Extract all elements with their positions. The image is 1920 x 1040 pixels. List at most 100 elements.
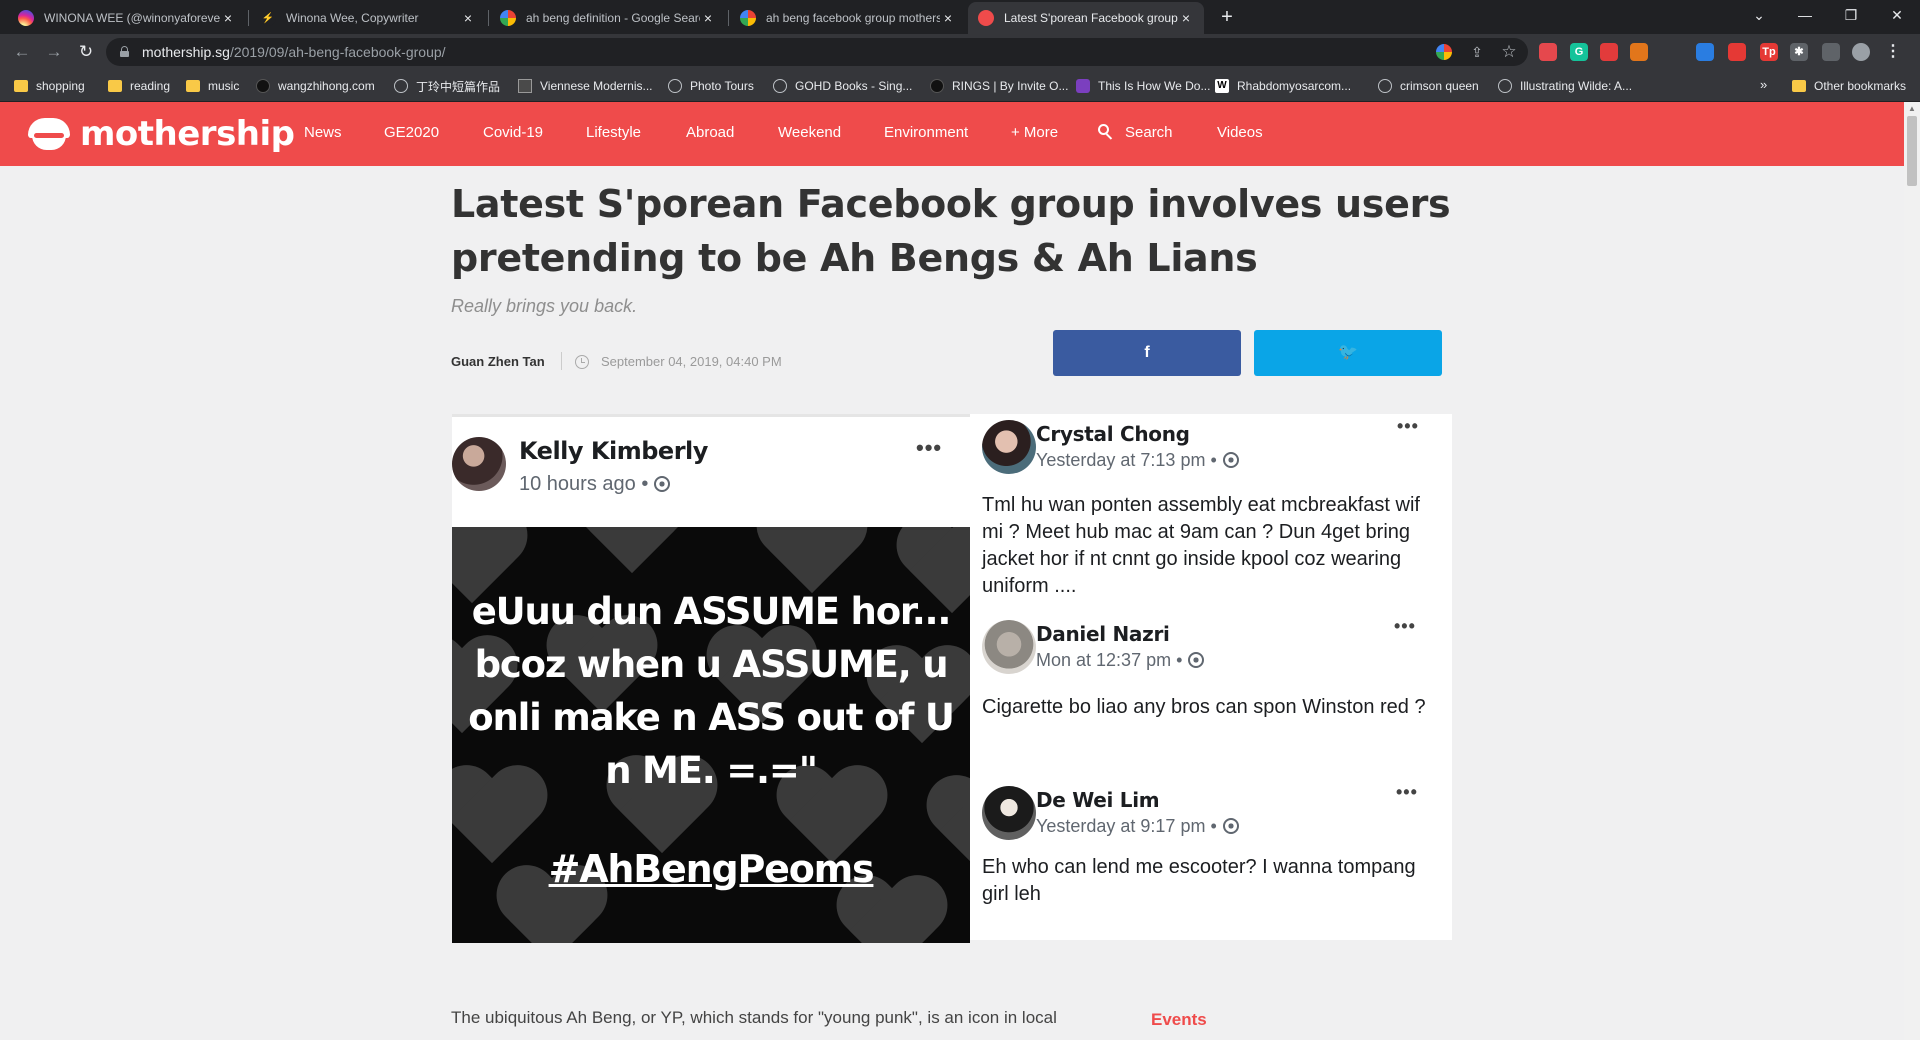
tp-icon[interactable]: Tp (1760, 43, 1778, 61)
purple-icon (1076, 79, 1090, 93)
nav-videos[interactable]: Videos (1217, 124, 1263, 141)
bookmark-item[interactable]: shopping (14, 77, 85, 95)
bookmark-item[interactable]: Illustrating Wilde: A... (1498, 77, 1632, 95)
bookmark-item[interactable]: crimson queen (1378, 77, 1479, 95)
post-time: 10 hours ago • (519, 473, 671, 496)
url-text[interactable]: mothership.sg/2019/09/ah-beng-facebook-g… (142, 44, 446, 60)
nav-abroad[interactable]: Abroad (686, 124, 734, 141)
hashtag: #AhBengPeoms (548, 847, 875, 891)
bookmark-label: wangzhihong.com (278, 79, 375, 93)
browser-tab[interactable]: WINONA WEE (@winonyaforever) × (8, 2, 246, 34)
profile-icon[interactable] (1852, 43, 1870, 61)
nav-covid-19[interactable]: Covid-19 (483, 124, 543, 141)
tab-close-icon[interactable]: × (460, 10, 476, 26)
menu-icon[interactable]: ⋮ (1884, 43, 1902, 61)
globe-icon (668, 79, 682, 93)
more-bookmarks-chevron-icon[interactable]: » (1760, 77, 1767, 92)
bookmark-item[interactable]: RINGS | By Invite O... (930, 77, 1068, 95)
nav-ge2020[interactable]: GE2020 (384, 124, 439, 141)
new-tab-button[interactable]: + (1214, 4, 1240, 30)
lock-icon[interactable] (120, 46, 129, 57)
nav-weekend[interactable]: Weekend (778, 124, 841, 141)
post-time: Yesterday at 7:13 pm • (1036, 450, 1239, 471)
poster-name: Kelly Kimberly (519, 437, 708, 465)
globe-icon (394, 79, 408, 93)
bookmark-item[interactable]: wangzhihong.com (256, 77, 375, 95)
minimize-icon[interactable]: — (1782, 0, 1828, 30)
forward-icon[interactable]: → (42, 40, 66, 64)
reload-icon[interactable]: ↻ (74, 40, 98, 64)
twitter-share-button[interactable]: 🐦 (1254, 330, 1442, 376)
bookmark-item[interactable]: 丁玲中短篇作品 (394, 77, 500, 95)
tab-divider (728, 10, 729, 26)
close-window-icon[interactable]: ✕ (1874, 0, 1920, 30)
bookmark-item[interactable]: Viennese Modernis... (518, 77, 653, 95)
address-bar[interactable]: mothership.sg/2019/09/ah-beng-facebook-g… (106, 38, 1528, 66)
tab-title: Winona Wee, Copywriter (286, 11, 419, 25)
author-name[interactable]: Guan Zhen Tan (451, 354, 545, 369)
globe-icon (773, 79, 787, 93)
metamask-icon[interactable] (1630, 43, 1648, 61)
bolt-favicon-icon: ⚡ (260, 10, 276, 26)
search-icon[interactable] (1098, 124, 1114, 140)
tab-title: WINONA WEE (@winonyaforever) (44, 11, 220, 25)
facebook-posts-column: Crystal Chong Yesterday at 7:13 pm • •••… (970, 414, 1452, 940)
google-icon (500, 10, 516, 26)
nav-news[interactable]: News (304, 124, 342, 141)
globe-icon (1222, 818, 1239, 834)
mothership-logo[interactable]: mothership (28, 114, 295, 154)
grammarly-icon[interactable]: G (1570, 43, 1588, 61)
bookmark-star-icon[interactable]: ☆ (1500, 43, 1518, 61)
tab-close-icon[interactable]: × (1178, 10, 1194, 26)
browser-tab-active[interactable]: Latest S'porean Facebook group × (968, 2, 1204, 34)
tab-close-icon[interactable]: × (220, 10, 236, 26)
browser-tab[interactable]: ah beng definition - Google Search × (490, 2, 726, 34)
scroll-thumb[interactable] (1907, 116, 1917, 186)
restore-icon[interactable]: ❐ (1828, 0, 1874, 30)
other-bookmarks-folder[interactable]: Other bookmarks (1792, 77, 1906, 95)
bookmark-item[interactable]: reading (108, 77, 170, 95)
scroll-up-icon[interactable]: ▲ (1904, 102, 1920, 116)
lips-logo-icon (28, 118, 70, 150)
browser-tab[interactable]: ⚡ Winona Wee, Copywriter × (250, 2, 486, 34)
bookmark-item[interactable]: GOHD Books - Sing... (773, 77, 912, 95)
tab-close-icon[interactable]: × (940, 10, 956, 26)
nav-search[interactable]: Search (1125, 124, 1173, 141)
page-scrollbar[interactable]: ▲ (1904, 102, 1920, 1040)
tab-title: ah beng definition - Google Search (526, 11, 700, 25)
logo-text: mothership (80, 114, 295, 154)
more-options-icon: ••• (1394, 616, 1416, 636)
google-lens-icon[interactable] (1436, 44, 1452, 60)
bookmark-item[interactable]: music (186, 77, 239, 95)
back-icon[interactable]: ← (10, 40, 34, 64)
shield-icon[interactable] (1600, 43, 1618, 61)
folder-icon (1792, 80, 1806, 92)
tab-search-icon[interactable]: ⌄ (1736, 0, 1782, 30)
sidepanel-icon[interactable] (1822, 43, 1840, 61)
bookmark-item[interactable]: W Rhabdomyosarcom... (1215, 77, 1351, 95)
drop-icon[interactable] (1696, 43, 1714, 61)
events-sidebar-label[interactable]: Events (1151, 1010, 1207, 1030)
bookmark-label: GOHD Books - Sing... (795, 79, 913, 93)
bookmark-item[interactable]: This Is How We Do... (1076, 77, 1210, 95)
bookmark-item[interactable]: Photo Tours (668, 77, 754, 95)
facebook-share-button[interactable]: f (1053, 330, 1241, 376)
share-icon[interactable]: ⇪ (1468, 43, 1486, 61)
article-subhead: Really brings you back. (451, 296, 638, 316)
facebook-post: Crystal Chong Yesterday at 7:13 pm • •••… (970, 414, 1452, 610)
nav-more[interactable]: + More (1011, 124, 1058, 141)
bookmark-label: reading (130, 79, 171, 93)
puzzle-icon[interactable]: ✱ (1790, 43, 1808, 61)
globe-icon (1378, 79, 1392, 93)
browser-tab-strip: WINONA WEE (@winonyaforever) × ⚡ Winona … (0, 0, 1920, 34)
nav-lifestyle[interactable]: Lifestyle (586, 124, 641, 141)
bolt-icon[interactable] (1728, 43, 1746, 61)
browser-tab[interactable]: ah beng facebook group mothership × (730, 2, 966, 34)
tab-close-icon[interactable]: × (700, 10, 716, 26)
globe-icon (1222, 452, 1239, 468)
byline-divider (561, 352, 562, 370)
nav-environment[interactable]: Environment (884, 124, 968, 141)
raindrop-icon[interactable] (1539, 43, 1557, 61)
globe-icon (1498, 79, 1512, 93)
bookmark-label: crimson queen (1400, 79, 1479, 93)
